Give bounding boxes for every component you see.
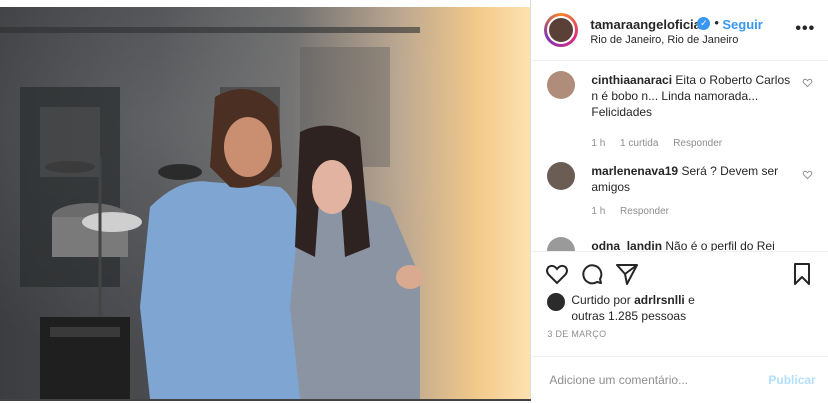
- post-date[interactable]: 3 DE MARÇO: [547, 329, 606, 339]
- reply-button[interactable]: Responder: [673, 138, 722, 149]
- comment-time[interactable]: 1 h: [591, 206, 605, 217]
- avatar[interactable]: [547, 71, 576, 99]
- post-photo[interactable]: [0, 7, 531, 399]
- avatar[interactable]: [544, 13, 579, 47]
- bookmark-icon[interactable]: [790, 262, 814, 286]
- comment-text: Não é o perfil do Rei: [665, 239, 775, 251]
- verified-badge-icon: ✓: [697, 17, 711, 30]
- post-side-panel: tamaraangeloficial ✓ • Seguir Rio de Jan…: [530, 0, 828, 401]
- reply-button[interactable]: Responder: [620, 206, 669, 217]
- more-options-icon[interactable]: •••: [795, 20, 815, 38]
- post-location[interactable]: Rio de Janeiro, Rio de Janeiro: [590, 34, 738, 46]
- post-actions: Curtido por adrlrsnlli e outras 1.285 pe…: [531, 251, 828, 402]
- comment-username[interactable]: marlenenava19: [591, 164, 678, 178]
- author-username[interactable]: tamaraangeloficial: [590, 17, 704, 32]
- like-heart-icon[interactable]: [545, 262, 569, 286]
- heart-icon[interactable]: [802, 169, 813, 180]
- follow-button[interactable]: Seguir: [722, 17, 762, 32]
- avatar[interactable]: [547, 237, 576, 251]
- comment-username[interactable]: odna_landin: [591, 239, 662, 251]
- avatar[interactable]: [547, 293, 566, 311]
- comment-input[interactable]: [547, 369, 752, 391]
- post-header: tamaraangeloficial ✓ • Seguir Rio de Jan…: [531, 0, 828, 61]
- heart-icon[interactable]: [802, 77, 813, 88]
- liker-username[interactable]: adrlrsnlli: [634, 293, 685, 307]
- comment-likes[interactable]: 1 curtida: [620, 138, 658, 149]
- comment-username[interactable]: cinthiaanaraci: [591, 73, 672, 87]
- comment-composer: Publicar: [531, 356, 828, 403]
- photo-scene: [0, 27, 424, 399]
- share-icon[interactable]: [615, 262, 639, 286]
- comment-time[interactable]: 1 h: [591, 138, 605, 149]
- comments-list[interactable]: cinthiaanaraci Eita o Roberto Carlos n é…: [531, 61, 828, 251]
- comment-icon[interactable]: [580, 262, 604, 286]
- separator-dot: •: [714, 15, 719, 30]
- likes-prefix: Curtido por: [571, 293, 631, 307]
- publish-button[interactable]: Publicar: [768, 373, 815, 387]
- avatar[interactable]: [547, 162, 576, 190]
